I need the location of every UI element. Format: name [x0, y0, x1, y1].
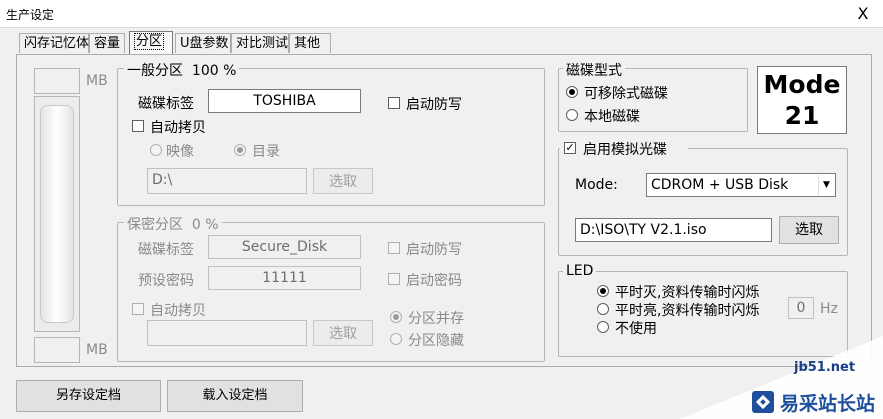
title-bar: 生产设定 X: [0, 0, 883, 28]
secure-write-protect-label: 启动防写: [406, 242, 462, 258]
chevron-down-icon[interactable]: ▼: [818, 175, 834, 195]
tab-partition[interactable]: 分区: [129, 31, 173, 55]
tab-label: 闪存记忆体: [24, 36, 90, 51]
cdrom-mode-caption: Mode:: [575, 177, 618, 193]
secure-coexist-radio[interactable]: [390, 311, 402, 323]
secure-path-input[interactable]: [147, 320, 307, 346]
secure-coexist-label: 分区并存: [408, 311, 464, 327]
secure-partition-percent: 0 %: [191, 217, 219, 233]
load-config-button[interactable]: 载入设定档: [167, 380, 303, 412]
cdrom-enable-label: 启用模拟光碟: [583, 142, 667, 158]
cdrom-iso-path-input[interactable]: D:\ISO\TY V2.1.iso: [575, 218, 772, 242]
tab-label: U盘参数: [180, 36, 229, 51]
disk-type-local-label: 本地磁碟: [584, 109, 640, 125]
tab-label: 分区: [134, 33, 165, 50]
general-directory-label: 目录: [252, 144, 280, 160]
tab-capacity[interactable]: 容量: [89, 33, 125, 53]
general-directory-radio[interactable]: [234, 144, 246, 156]
cdrom-mode-value: CDROM + USB Disk: [651, 177, 789, 193]
capacity-slider-track: [40, 105, 74, 323]
watermark-brand: 易采站长站: [780, 393, 876, 415]
disk-type-removable-radio[interactable]: [566, 86, 578, 98]
tab-label: 其他: [294, 36, 321, 51]
secure-disk-label-input[interactable]: Secure_Disk: [208, 235, 361, 259]
cdrom-enable-checkbox[interactable]: ✓: [564, 142, 576, 154]
secure-enable-password-label: 启动密码: [406, 273, 462, 289]
general-auto-copy-checkbox[interactable]: [132, 120, 144, 132]
general-partition-percent: 100 %: [191, 63, 237, 79]
tab-label: 容量: [94, 36, 121, 51]
secure-enable-password-checkbox[interactable]: [388, 273, 400, 285]
general-auto-copy-label: 自动拷贝: [150, 120, 206, 136]
mode-badge-line2: 21: [784, 101, 820, 130]
cdrom-mode-select[interactable]: CDROM + USB Disk ▼: [646, 173, 836, 197]
secure-partition-title: 保密分区 0 %: [124, 214, 222, 234]
general-select-button[interactable]: 选取: [313, 168, 373, 194]
window-title: 生产设定: [6, 8, 55, 22]
led-option3-label: 不使用: [615, 321, 657, 337]
capacity-top-unit: MB: [86, 73, 108, 89]
general-disk-label-input[interactable]: TOSHIBA: [208, 89, 361, 113]
capacity-bottom-unit: MB: [86, 342, 108, 358]
secure-write-protect-checkbox[interactable]: [388, 242, 400, 254]
led-option1-radio[interactable]: [597, 285, 609, 297]
tab-compare-test[interactable]: 对比测试: [231, 33, 289, 53]
secure-password-caption: 预设密码: [138, 273, 194, 289]
cdrom-select-button[interactable]: 选取: [779, 216, 839, 244]
capacity-bottom-box: [34, 337, 80, 363]
secure-hide-radio[interactable]: [390, 333, 402, 345]
led-option2-label: 平时亮,资料传输时闪烁: [615, 303, 760, 319]
tab-usb-params[interactable]: U盘参数: [175, 33, 231, 53]
tab-other[interactable]: 其他: [289, 33, 331, 53]
mode-badge-line1: Mode: [763, 70, 841, 99]
led-frequency-unit: Hz: [820, 301, 838, 317]
secure-auto-copy-label: 自动拷贝: [150, 303, 206, 319]
secure-auto-copy-checkbox[interactable]: [132, 303, 144, 315]
save-config-button[interactable]: 另存设定档: [16, 380, 161, 412]
general-write-protect-checkbox[interactable]: [388, 97, 400, 109]
watermark-logo-icon: [752, 391, 774, 413]
secure-hide-label: 分区隐藏: [408, 333, 464, 349]
general-path-input[interactable]: D:\: [147, 168, 307, 194]
secure-select-button[interactable]: 选取: [313, 320, 373, 346]
disk-type-local-radio[interactable]: [566, 109, 578, 121]
led-title: LED: [563, 263, 597, 279]
general-write-protect-label: 启动防写: [406, 97, 462, 113]
disk-type-title: 磁碟型式: [563, 60, 625, 80]
mode-badge: Mode 21: [757, 66, 847, 134]
close-button[interactable]: X: [852, 3, 874, 25]
led-option1-label: 平时灭,资料传输时闪烁: [615, 285, 760, 301]
secure-password-input[interactable]: 11111: [208, 266, 361, 290]
general-partition-title: 一般分区 100 %: [124, 60, 240, 80]
capacity-slider[interactable]: [34, 96, 80, 332]
watermark-site: jb51.net: [794, 360, 856, 375]
secure-disk-label-caption: 磁碟标签: [138, 242, 194, 258]
general-image-radio[interactable]: [150, 144, 162, 156]
disk-type-removable-label: 可移除式磁碟: [584, 86, 668, 102]
capacity-top-box: [34, 68, 80, 94]
tab-label: 对比测试: [236, 36, 289, 51]
tab-flash-memory[interactable]: 闪存记忆体: [19, 33, 89, 53]
general-disk-label-caption: 磁碟标签: [138, 96, 194, 112]
led-option3-radio[interactable]: [597, 321, 609, 333]
general-image-label: 映像: [166, 144, 194, 160]
led-frequency-input[interactable]: 0: [788, 297, 814, 319]
led-option2-radio[interactable]: [597, 303, 609, 315]
